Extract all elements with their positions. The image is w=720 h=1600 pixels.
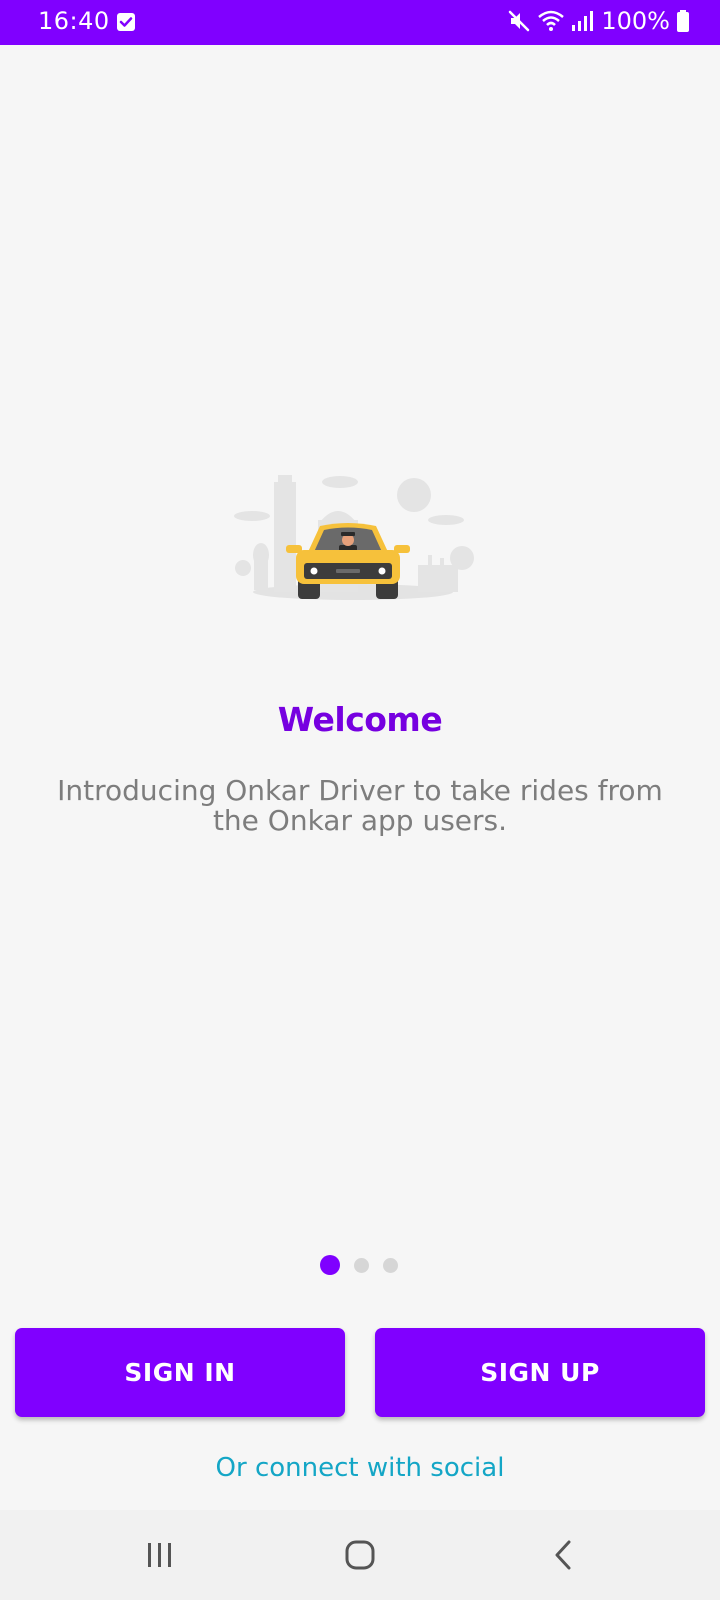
sign-up-button[interactable]: SIGN UP <box>375 1328 705 1417</box>
status-time: 16:40 <box>38 7 110 35</box>
mute-icon <box>509 10 530 32</box>
welcome-title: Welcome <box>277 700 443 739</box>
page-dot[interactable] <box>354 1258 369 1273</box>
taxi-illustration <box>234 475 474 600</box>
notification-check-icon <box>117 13 135 31</box>
status-icons: 100% <box>507 7 690 35</box>
page-indicator <box>320 1255 400 1275</box>
page-dot[interactable] <box>383 1258 398 1273</box>
battery-percent: 100% <box>601 7 670 35</box>
recent-apps-icon <box>148 1543 171 1567</box>
back-icon <box>555 1540 571 1570</box>
page-dot-active[interactable] <box>320 1255 340 1275</box>
intro-description: Introducing Onkar Driver to take rides f… <box>57 774 663 837</box>
connect-social-link[interactable]: Or connect with social <box>0 1453 720 1483</box>
back-button[interactable] <box>493 1510 633 1600</box>
status-bar: 16:40 100% <box>0 0 720 45</box>
home-button[interactable] <box>290 1510 430 1600</box>
recent-apps-button[interactable] <box>90 1510 230 1600</box>
battery-icon <box>677 10 689 32</box>
signal-icon <box>572 11 594 31</box>
sign-in-button[interactable]: SIGN IN <box>15 1328 345 1417</box>
system-nav-bar <box>0 1510 720 1600</box>
home-icon <box>345 1540 375 1570</box>
wifi-icon <box>538 10 565 31</box>
